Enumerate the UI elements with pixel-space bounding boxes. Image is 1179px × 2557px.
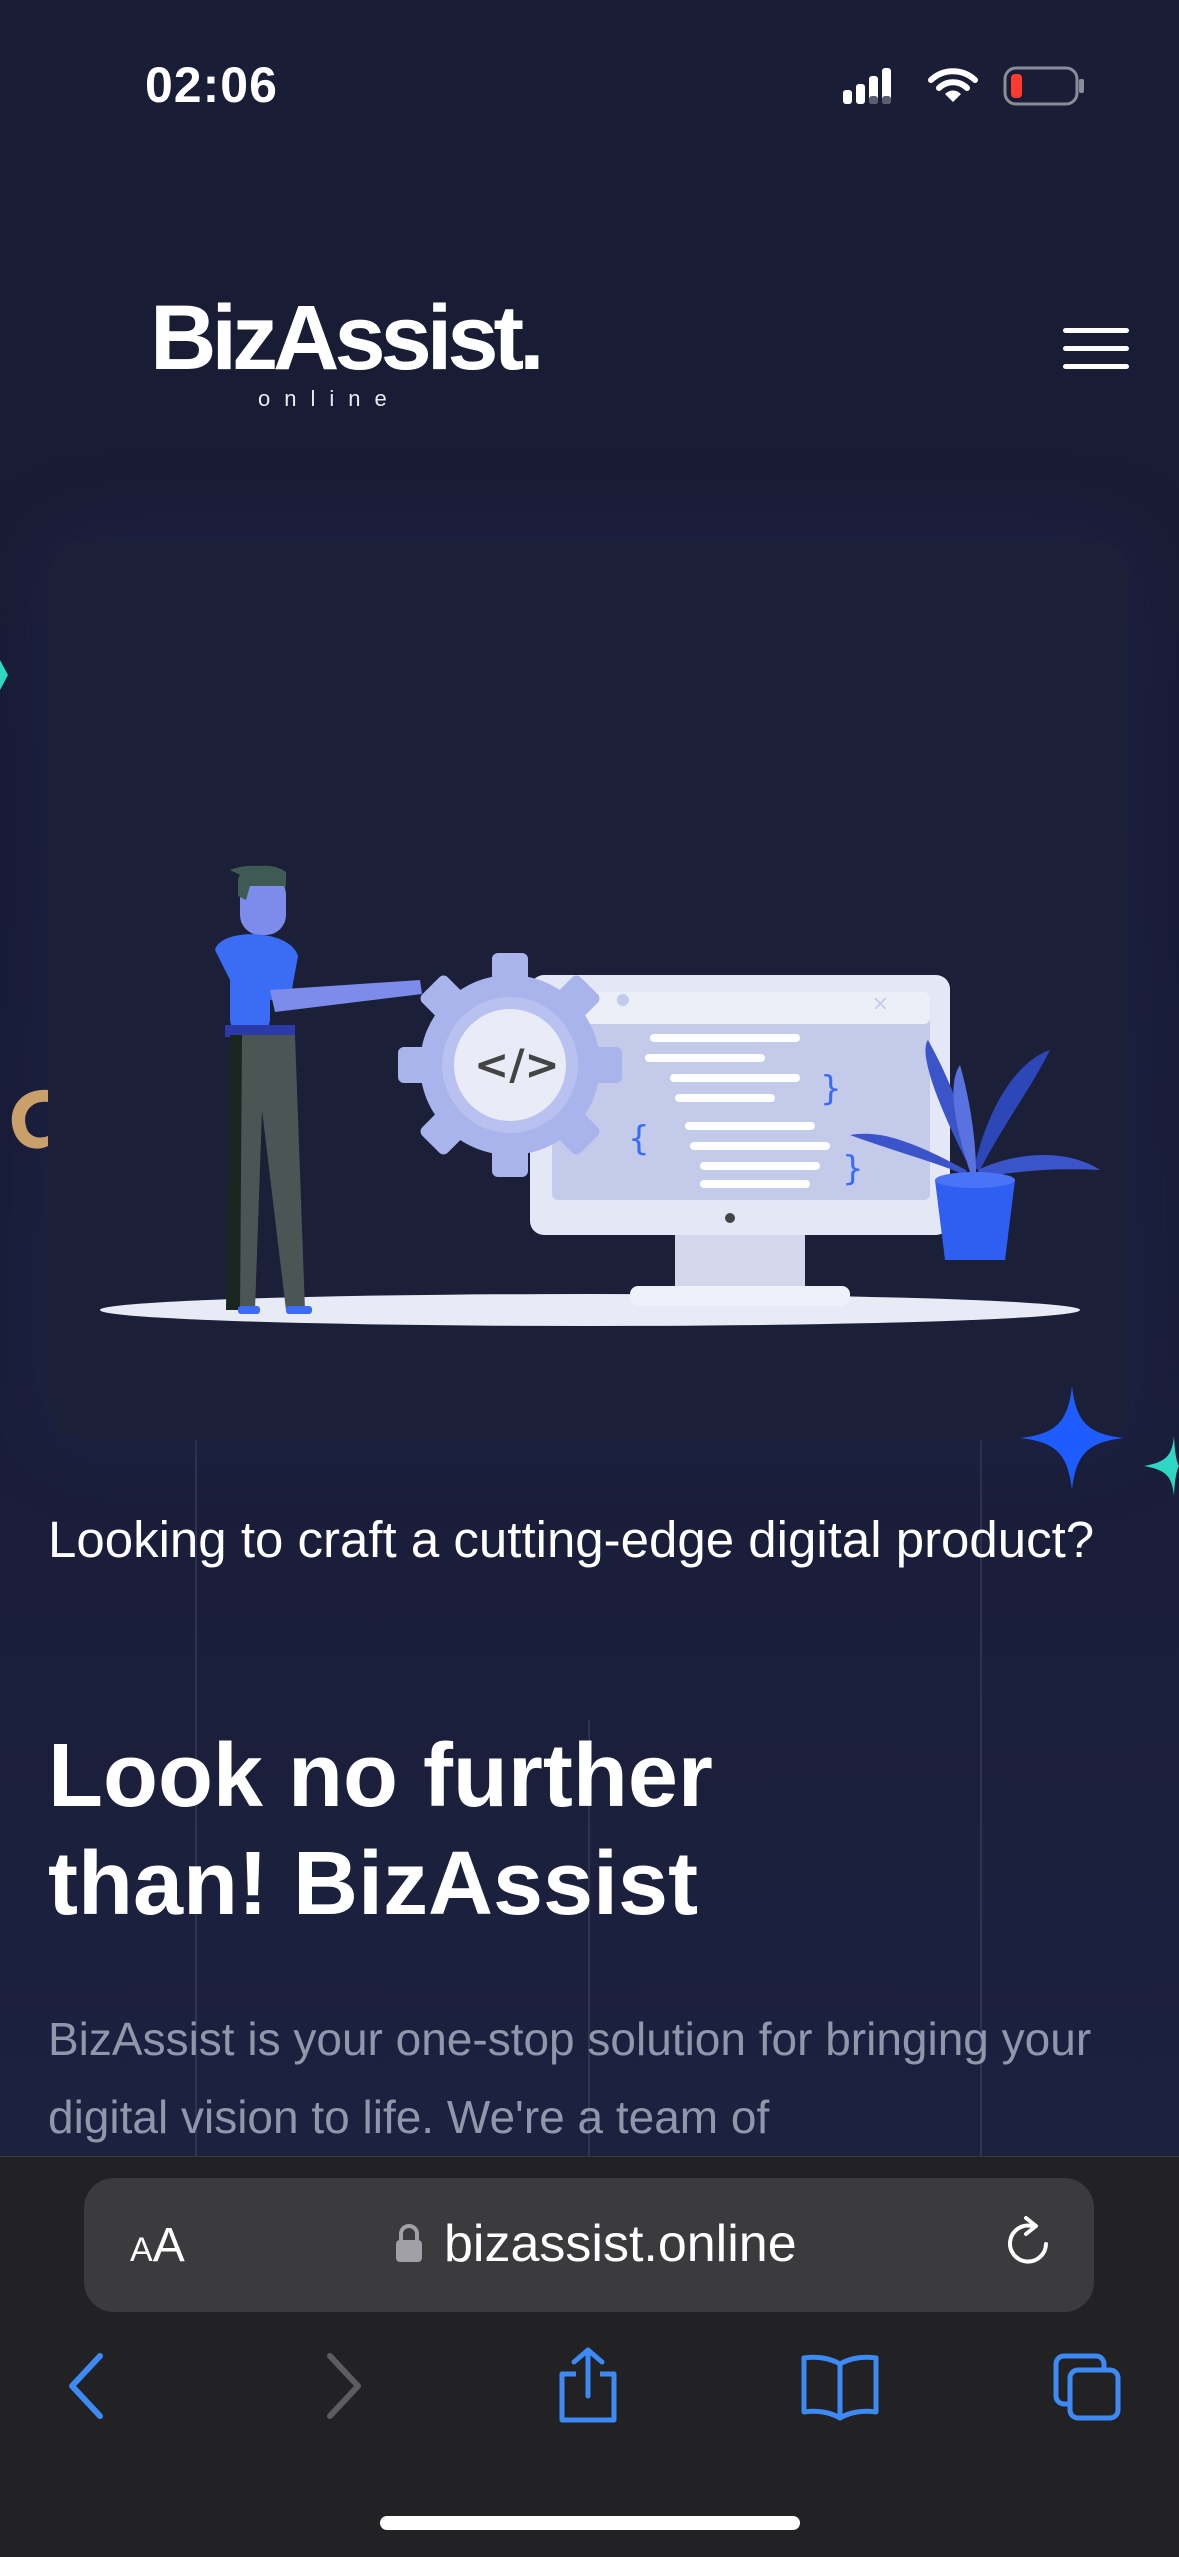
share-icon[interactable] [556, 2346, 620, 2426]
battery-low-icon [1003, 66, 1084, 106]
blue-sparkle-icon [1020, 1386, 1124, 1490]
svg-text:×: × [872, 991, 889, 1015]
lock-icon [396, 2224, 422, 2262]
logo-dot: . [519, 287, 544, 389]
hero-body-text: BizAssist is your one-stop solution for … [48, 2013, 1092, 2143]
logo-text: BizAssist [150, 287, 524, 389]
text-size-button[interactable]: AA [130, 2218, 185, 2273]
hero-headline: Look no further than! BizAssist [48, 1722, 1128, 1938]
developer-with-gear-and-monitor-illustration: × } { } </> [100, 865, 1100, 1326]
wifi-icon [928, 68, 978, 102]
bizassist-logo[interactable]: BizAssist. online [150, 292, 545, 412]
status-icons [843, 66, 1085, 106]
svg-text:</>: </> [474, 1040, 560, 1089]
svg-text:}: } [820, 1069, 842, 1109]
headline-line-1: Look no further [48, 1726, 713, 1826]
ring-shape-icon [11, 1089, 48, 1149]
svg-text:{: { [628, 1119, 650, 1159]
headline-line-2: than! BizAssist [48, 1834, 699, 1934]
status-time: 02:06 [145, 57, 278, 113]
tabs-icon[interactable] [1052, 2346, 1124, 2426]
hero-tagline: Looking to craft a cutting-edge digital … [48, 1511, 1095, 1568]
forward-icon[interactable] [318, 2346, 368, 2426]
teal-sparkle-icon [0, 660, 8, 690]
logo-subtitle: online [258, 386, 401, 411]
cellular-signal-icon [843, 68, 891, 104]
bookmarks-icon[interactable] [800, 2346, 880, 2426]
svg-text:}: } [842, 1149, 864, 1189]
home-indicator[interactable] [380, 2516, 800, 2530]
hamburger-menu-icon[interactable] [1063, 328, 1129, 374]
url-text: bizassist.online [444, 2215, 797, 2273]
address-bar[interactable]: AA bizassist.online [84, 2178, 1094, 2312]
reload-icon[interactable] [1002, 2214, 1058, 2274]
back-icon[interactable] [62, 2346, 112, 2426]
teal-sparkle-icon [1144, 1436, 1179, 1496]
